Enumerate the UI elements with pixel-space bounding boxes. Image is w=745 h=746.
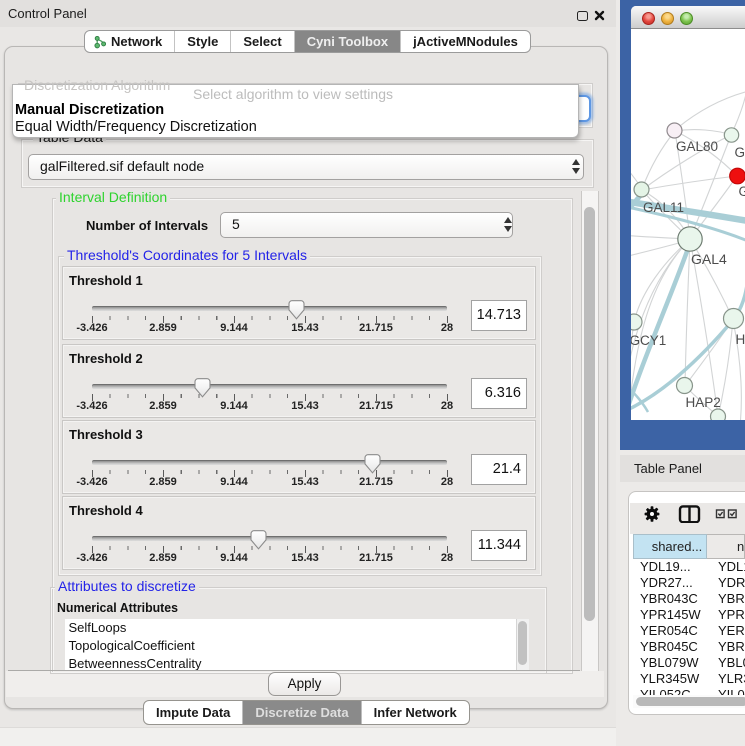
svg-text:GAL11: GAL11 xyxy=(643,200,684,215)
svg-text:HAP2: HAP2 xyxy=(686,395,721,410)
svg-text:GAL80: GAL80 xyxy=(676,139,718,154)
svg-text:H: H xyxy=(736,332,745,347)
svg-text:G: G xyxy=(739,184,745,199)
svg-text:GA: GA xyxy=(735,145,745,160)
svg-text:GCY1: GCY1 xyxy=(631,333,666,348)
svg-text:GAL4: GAL4 xyxy=(691,251,727,267)
